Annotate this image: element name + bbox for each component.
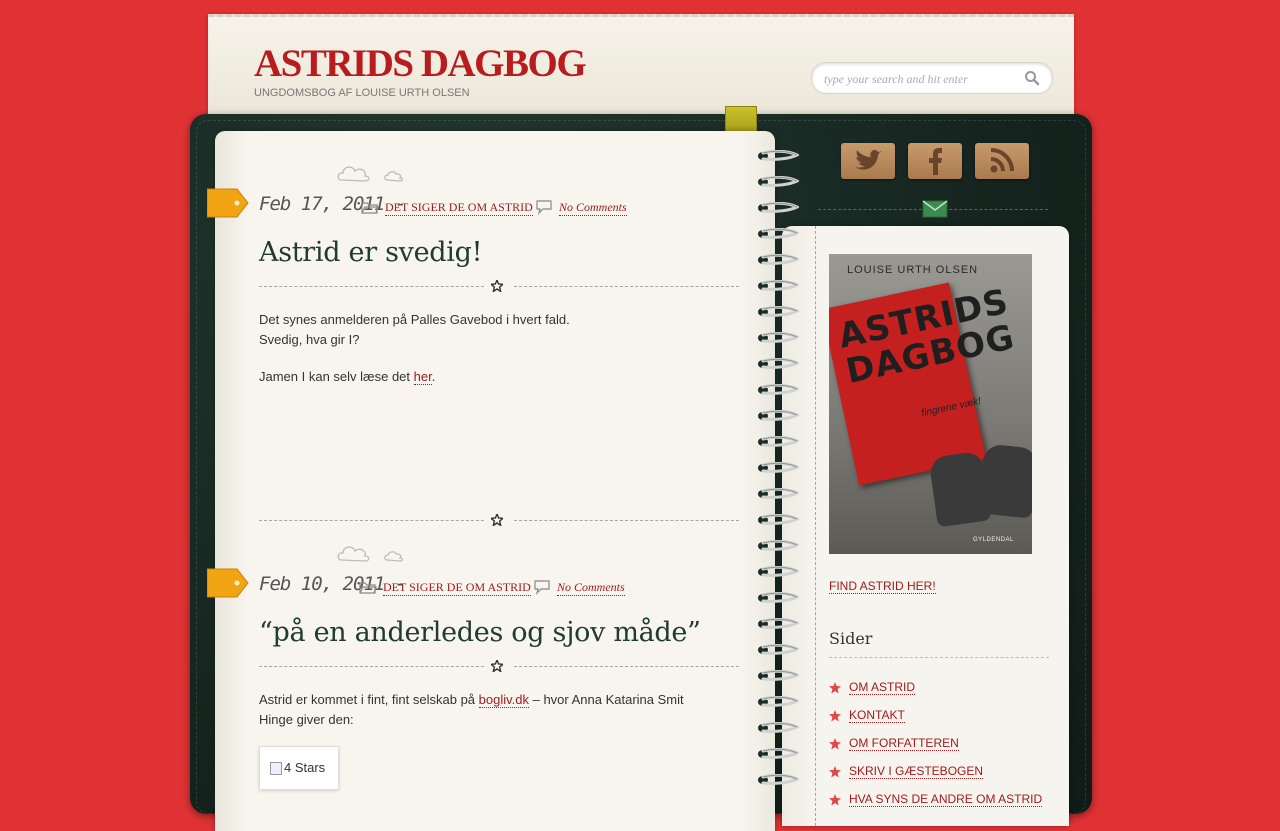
post-comments-link[interactable]: No Comments xyxy=(559,200,627,216)
spiral-ring xyxy=(758,462,799,473)
star-divider-icon xyxy=(491,514,503,526)
spiral-ring xyxy=(758,150,799,161)
comment-bubble-icon xyxy=(534,580,550,595)
star-bullet-icon xyxy=(829,710,841,722)
broken-image-icon xyxy=(270,762,282,775)
page-link-om-astrid[interactable]: OM ASTRID xyxy=(849,680,916,695)
page-link-om-forfatteren[interactable]: OM FORFATTEREN xyxy=(849,736,959,751)
star-bullet-icon xyxy=(829,682,841,694)
spiral-ring xyxy=(758,228,799,239)
spiral-ring xyxy=(758,566,799,577)
spiral-ring xyxy=(758,176,799,187)
spiral-ring xyxy=(758,592,799,603)
post-category-link[interactable]: DET SIGER DE OM ASTRID xyxy=(383,580,531,596)
spiral-ring xyxy=(758,488,799,499)
star-bullet-icon xyxy=(829,794,841,806)
date-tab-icon xyxy=(207,188,249,218)
post-body: Astrid er kommet i fint, fint selskab på… xyxy=(259,690,699,747)
search-box[interactable] xyxy=(811,62,1053,94)
book-cover-image[interactable]: LOUISE URTH OLSEN ASTRIDS DAGBOG fingren… xyxy=(829,254,1032,554)
spiral-ring xyxy=(758,696,799,707)
twitter-icon xyxy=(855,149,882,170)
rss-icon xyxy=(990,148,1014,173)
star-divider-icon xyxy=(491,660,503,672)
spiral-ring xyxy=(758,410,799,421)
spiral-ring xyxy=(758,280,799,291)
spiral-ring xyxy=(758,384,799,395)
dashed-rule xyxy=(259,660,739,672)
folder-icon xyxy=(361,202,379,214)
cloud-doodle-icon xyxy=(337,166,403,182)
date-tab-icon xyxy=(207,568,249,598)
her-link[interactable]: her xyxy=(413,369,432,385)
spiral-ring xyxy=(758,748,799,759)
cloud-doodle-icon xyxy=(337,546,403,562)
page-link-gaestebogen[interactable]: SKRIV I GÆSTEBOGEN xyxy=(849,764,984,779)
facebook-icon xyxy=(929,148,942,175)
facebook-link[interactable] xyxy=(908,143,962,179)
page-link-kontakt[interactable]: KONTAKT xyxy=(849,708,905,723)
folder-icon xyxy=(359,582,377,594)
spiral-ring xyxy=(758,332,799,343)
search-icon[interactable] xyxy=(1024,70,1040,86)
spiral-ring xyxy=(758,618,799,629)
comment-bubble-icon xyxy=(536,200,552,215)
spiral-ring xyxy=(758,514,799,525)
post-text: Astrid er kommet i fint, fint selskab på xyxy=(259,692,479,707)
spiral-ring xyxy=(758,202,799,213)
spiral-ring xyxy=(758,540,799,551)
site-tagline: UNGDOMSBOG AF LOUISE URTH OLSEN xyxy=(254,87,470,99)
site-title[interactable]: ASTRIDS DAGBOG xyxy=(254,41,587,86)
book-cover-author: LOUISE URTH OLSEN xyxy=(847,264,979,276)
post-title[interactable]: “på en anderledes og sjov måde” xyxy=(259,617,701,648)
spiral-ring xyxy=(758,436,799,447)
post-text: Det synes anmelderen på Palles Gavebod i… xyxy=(259,312,570,327)
book-cover-publisher: GYLDENDAL xyxy=(973,537,1014,543)
rss-link[interactable] xyxy=(975,143,1029,179)
star-bullet-icon xyxy=(829,738,841,750)
post-body: Det synes anmelderen på Palles Gavebod i… xyxy=(259,310,699,404)
star-divider-icon xyxy=(491,280,503,292)
twitter-link[interactable] xyxy=(841,143,895,179)
rating-image: 4 Stars xyxy=(259,746,339,790)
dashed-rule xyxy=(259,280,739,292)
spiral-ring xyxy=(758,644,799,655)
rating-alt-text: 4 Stars xyxy=(284,760,326,775)
book-cover-title: ASTRIDS DAGBOG xyxy=(835,282,1026,392)
post-separator xyxy=(259,514,739,526)
pages-heading-rule xyxy=(829,657,1049,658)
mail-icon[interactable] xyxy=(922,200,948,218)
post-date: Feb 17, 2011 - xyxy=(259,193,406,215)
spiral-ring xyxy=(758,722,799,733)
post-category-link[interactable]: DET SIGER DE OM ASTRID xyxy=(385,200,533,216)
post-text: . xyxy=(431,369,436,384)
spiral-ring xyxy=(758,670,799,681)
bogliv-link[interactable]: bogliv.dk xyxy=(478,692,529,708)
spiral-ring xyxy=(758,306,799,317)
search-input[interactable] xyxy=(822,69,1016,89)
post-title[interactable]: Astrid er svedig! xyxy=(259,237,482,268)
spiral-ring xyxy=(758,254,799,265)
find-astrid-link[interactable]: FIND ASTRID HER! xyxy=(829,579,936,594)
spiral-ring xyxy=(758,774,799,785)
post-text: Svedig, hva gir I? xyxy=(259,332,360,347)
sneaker-shape xyxy=(977,443,1032,519)
star-bullet-icon xyxy=(829,766,841,778)
spiral-ring xyxy=(758,358,799,369)
post-comments-link[interactable]: No Comments xyxy=(557,580,625,596)
post-text: Jamen I kan selv læse det xyxy=(259,369,414,384)
margin-line xyxy=(815,226,816,826)
pages-heading: Sider xyxy=(829,629,873,648)
